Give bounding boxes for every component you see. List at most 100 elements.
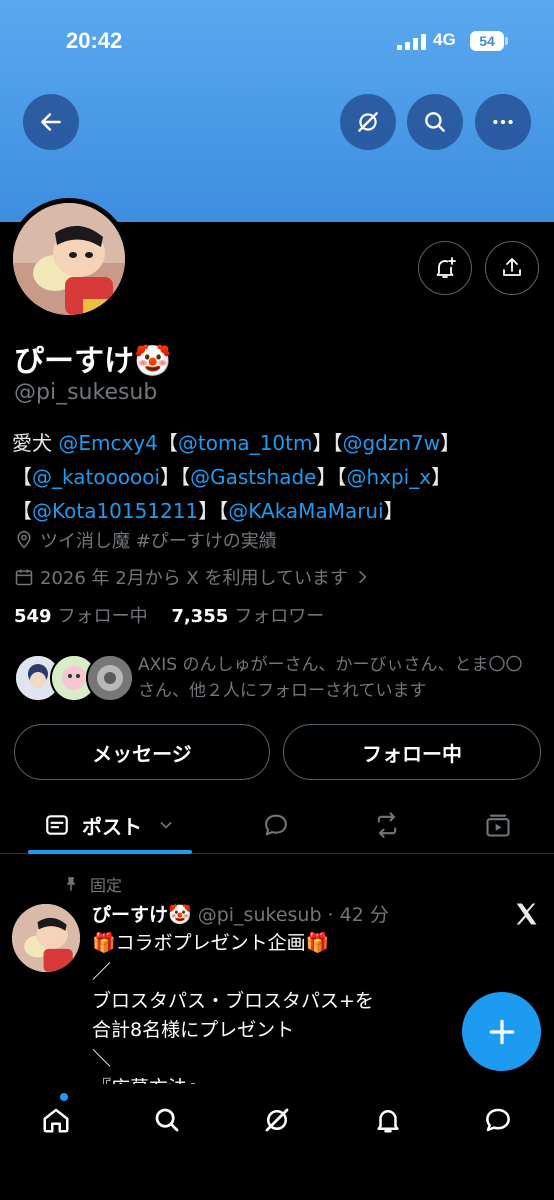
joined-text: 2026 年 2月から X を利用しています [40, 568, 348, 589]
bio-line-3: 【@Kota10151211】【@KAkaMaMarui】 [12, 494, 542, 528]
bio-bracket: 】【 [316, 465, 347, 489]
follow-counts: 549 フォロー中 7,355 フォロワー [14, 602, 324, 628]
notify-button[interactable] [418, 241, 472, 295]
status-bar: 20:42 4G 54 [0, 26, 554, 58]
more-button[interactable] [475, 94, 531, 150]
battery-tip [505, 37, 508, 45]
network-type: 4G [433, 30, 456, 49]
notifications-icon [377, 1110, 399, 1133]
chevron-down-icon [160, 821, 172, 829]
followed-by-text: AXIS のんしゅがーさん、かーびぃさん、とま〇〇さん、他２人にフォローされてい… [138, 655, 523, 701]
calendar-icon [15, 569, 33, 586]
repost-icon [377, 812, 397, 838]
bio-bracket: 】【 [198, 499, 229, 523]
following-button[interactable]: フォロー中 [283, 724, 541, 780]
post-handle-time: @pi_sukesub · 42 分 [197, 904, 389, 926]
bell-plus-icon [436, 257, 456, 278]
avatar-image [13, 203, 125, 315]
share-button[interactable] [485, 241, 539, 295]
more-icon [493, 119, 513, 125]
post-tab-icon [46, 815, 68, 835]
nav-grok[interactable] [257, 1100, 297, 1140]
replies-icon [265, 814, 287, 836]
bio-mention[interactable]: @gdzn7w [342, 431, 440, 455]
post-avatar[interactable] [12, 904, 80, 972]
location-icon [17, 530, 31, 549]
bio-bracket: 】 [431, 465, 452, 489]
followed-by-row[interactable]: AXIS のんしゅがーさん、かーびぃさん、とま〇〇さん、他２人にフォローされてい… [14, 652, 544, 706]
tab-media[interactable] [481, 808, 515, 842]
tab-posts[interactable]: ポスト [28, 796, 192, 854]
bio-bracket: 】 [383, 499, 404, 523]
bio-mention[interactable]: @_katoooooi [32, 465, 160, 489]
following-label: フォロー中 [57, 606, 148, 627]
bio-bracket: 【 [12, 499, 32, 523]
followers-link[interactable]: 7,355 フォロワー [171, 606, 324, 627]
bio-mention[interactable]: @Kota10151211 [32, 499, 198, 523]
bio-mention[interactable]: @KAkaMaMarui [228, 499, 383, 523]
nav-messages[interactable] [478, 1100, 518, 1140]
compose-button[interactable] [462, 992, 541, 1071]
back-button[interactable] [23, 94, 79, 150]
bio-bracket: 【 [157, 431, 178, 455]
post-header: ぴーすけ🤡 @pi_sukesub · 42 分 [92, 900, 389, 927]
home-unread-dot [60, 1093, 68, 1101]
bio-bracket: 】 [440, 431, 461, 455]
bio-bracket: 【 [12, 465, 32, 489]
grok-icon [358, 112, 378, 132]
nav-home[interactable] [36, 1100, 76, 1140]
display-name: ぴーすけ🤡 [14, 344, 172, 379]
bio-mention[interactable]: @Gastshade [190, 465, 316, 489]
status-time: 20:42 [66, 28, 123, 53]
pinned-label: 固定 [90, 876, 123, 895]
nav-search[interactable] [147, 1100, 187, 1140]
signal-icon [397, 34, 426, 50]
followers-count: 7,355 [171, 606, 229, 627]
bio-mention[interactable]: @toma_10tm [178, 431, 313, 455]
profile-location: ツイ消し魔 #ぴーすけの実績 [14, 527, 277, 553]
back-arrow-icon [41, 113, 61, 131]
following-link[interactable]: 549 フォロー中 [14, 606, 148, 627]
search-button[interactable] [407, 94, 463, 150]
pin-icon [66, 877, 76, 891]
post-author-name[interactable]: ぴーすけ🤡 [92, 904, 192, 926]
post-avatar-illustration [12, 904, 80, 972]
home-icon [43, 1108, 69, 1133]
tab-replies[interactable] [259, 808, 293, 842]
bio-line-2: 【@_katoooooi】【@Gastshade】【@hxpi_x】 [12, 460, 542, 494]
battery-level: 54 [470, 31, 504, 51]
search-icon [425, 112, 445, 132]
tab-posts-label: ポスト [82, 814, 142, 839]
bio-bracket: 】【 [312, 431, 343, 455]
chevron-right-icon [358, 570, 367, 584]
grok-button[interactable] [340, 94, 396, 150]
plus-icon [489, 1019, 514, 1044]
nav-notifications[interactable] [368, 1100, 408, 1140]
search-icon [155, 1108, 179, 1132]
message-button[interactable]: メッセージ [14, 724, 270, 780]
following-count: 549 [14, 606, 52, 627]
follower-avatar [86, 654, 134, 702]
bio-mention[interactable]: @Emcxy4 [58, 431, 158, 455]
tab-reposts[interactable] [370, 808, 404, 842]
x-logo-icon[interactable] [512, 900, 540, 928]
bottom-nav [0, 1084, 554, 1200]
media-icon [486, 814, 510, 837]
avatar-illustration [13, 203, 125, 315]
post-body[interactable]: 🎁コラボプレゼント企画🎁 ／ ブロスタパス・ブロスタパス+を 合計8名様にプレゼ… [92, 929, 462, 1084]
grok-icon [265, 1108, 289, 1132]
profile-joined[interactable]: 2026 年 2月から X を利用しています [14, 564, 378, 590]
pinned-indicator: 固定 [62, 872, 122, 896]
bio-line-1: 愛犬 @Emcxy4【@toma_10tm】【@gdzn7w】 [12, 426, 542, 460]
profile-handle: @pi_sukesub [14, 380, 158, 405]
bio-mention[interactable]: @hxpi_x [346, 465, 431, 489]
profile-tabs: ポスト [0, 796, 554, 854]
location-text: ツイ消し魔 #ぴーすけの実績 [40, 531, 277, 552]
followers-label: フォロワー [234, 606, 325, 627]
messages-icon [486, 1108, 510, 1132]
bio-text: 愛犬 [12, 431, 59, 455]
bio-bracket: 】【 [160, 465, 191, 489]
profile-avatar[interactable] [8, 198, 130, 320]
profile-bio: 愛犬 @Emcxy4【@toma_10tm】【@gdzn7w】 【@_katoo… [12, 426, 542, 528]
share-icon [503, 258, 521, 276]
